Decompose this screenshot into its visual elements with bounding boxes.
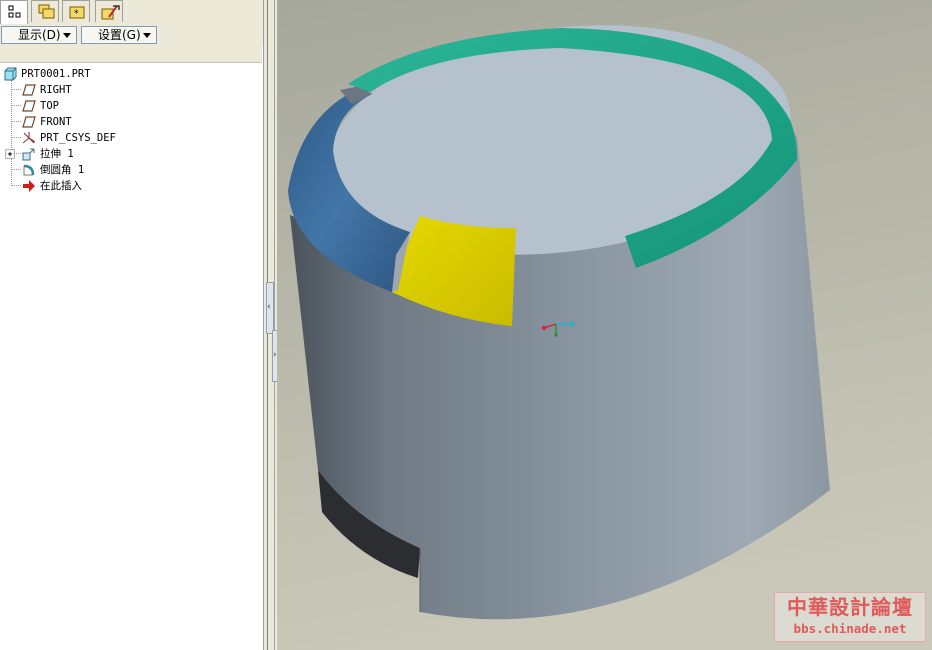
watermark-logo: 中華設計論壇 bbs.chinade.net: [774, 592, 926, 642]
tree-item-label: FRONT: [40, 116, 72, 128]
tree-item-label: 在此插入: [40, 180, 82, 192]
plus-icon: [5, 149, 15, 159]
tab-connections[interactable]: [95, 0, 123, 22]
collapse-navigator-button[interactable]: ‹: [266, 282, 274, 334]
tab-folder-browser[interactable]: [31, 0, 59, 22]
chevron-left-icon: ‹: [267, 302, 271, 312]
tree-item-label: TOP: [40, 100, 59, 112]
tab-favorites[interactable]: *: [62, 0, 90, 22]
model-render: [277, 0, 932, 650]
tree-item-label: PRT_CSYS_DEF: [40, 132, 116, 144]
svg-text:*: *: [74, 9, 79, 19]
favorites-icon: *: [69, 6, 85, 19]
pane-splitter[interactable]: ‹ ›: [263, 0, 280, 650]
tree-item-label: PRT0001.PRT: [21, 68, 91, 80]
tab-model-tree[interactable]: [0, 0, 28, 24]
watermark-title: 中華設計論壇: [787, 595, 913, 619]
connections-icon: [101, 5, 120, 20]
tree-item-label: RIGHT: [40, 84, 72, 96]
datum-plane-icon: [22, 100, 36, 112]
show-dropdown[interactable]: 显示(D): [1, 26, 77, 44]
datum-plane-icon: [22, 116, 36, 128]
settings-dropdown-label: 设置(G): [98, 28, 141, 42]
model-tree-icon: [8, 5, 21, 18]
tree-item-label: 拉伸 1: [40, 148, 74, 160]
chevron-down-icon: [63, 33, 71, 38]
navigator-toolbar: 显示(D) 设置(G): [0, 24, 264, 46]
navigator-tab-strip: *: [0, 0, 264, 25]
model-navigator: * 显示(D) 设置(G) PRT0001.PRT RIGHT TOP FRON…: [0, 0, 264, 650]
part-icon: [4, 67, 17, 81]
graphics-viewport[interactable]: [277, 0, 932, 650]
folder-browser-icon: [38, 4, 55, 19]
datum-plane-icon: [22, 84, 36, 96]
show-dropdown-label: 显示(D): [18, 28, 61, 42]
watermark-url: bbs.chinade.net: [793, 621, 907, 636]
chevron-down-icon: [143, 33, 151, 38]
insert-here-arrow-icon: [23, 180, 35, 192]
settings-dropdown[interactable]: 设置(G): [81, 26, 157, 44]
round-icon: [23, 164, 35, 176]
tree-item-label: 倒圆角 1: [40, 164, 85, 176]
extrude-icon: [22, 148, 35, 161]
tree-column-header: [0, 46, 262, 63]
csys-icon: [22, 132, 36, 144]
